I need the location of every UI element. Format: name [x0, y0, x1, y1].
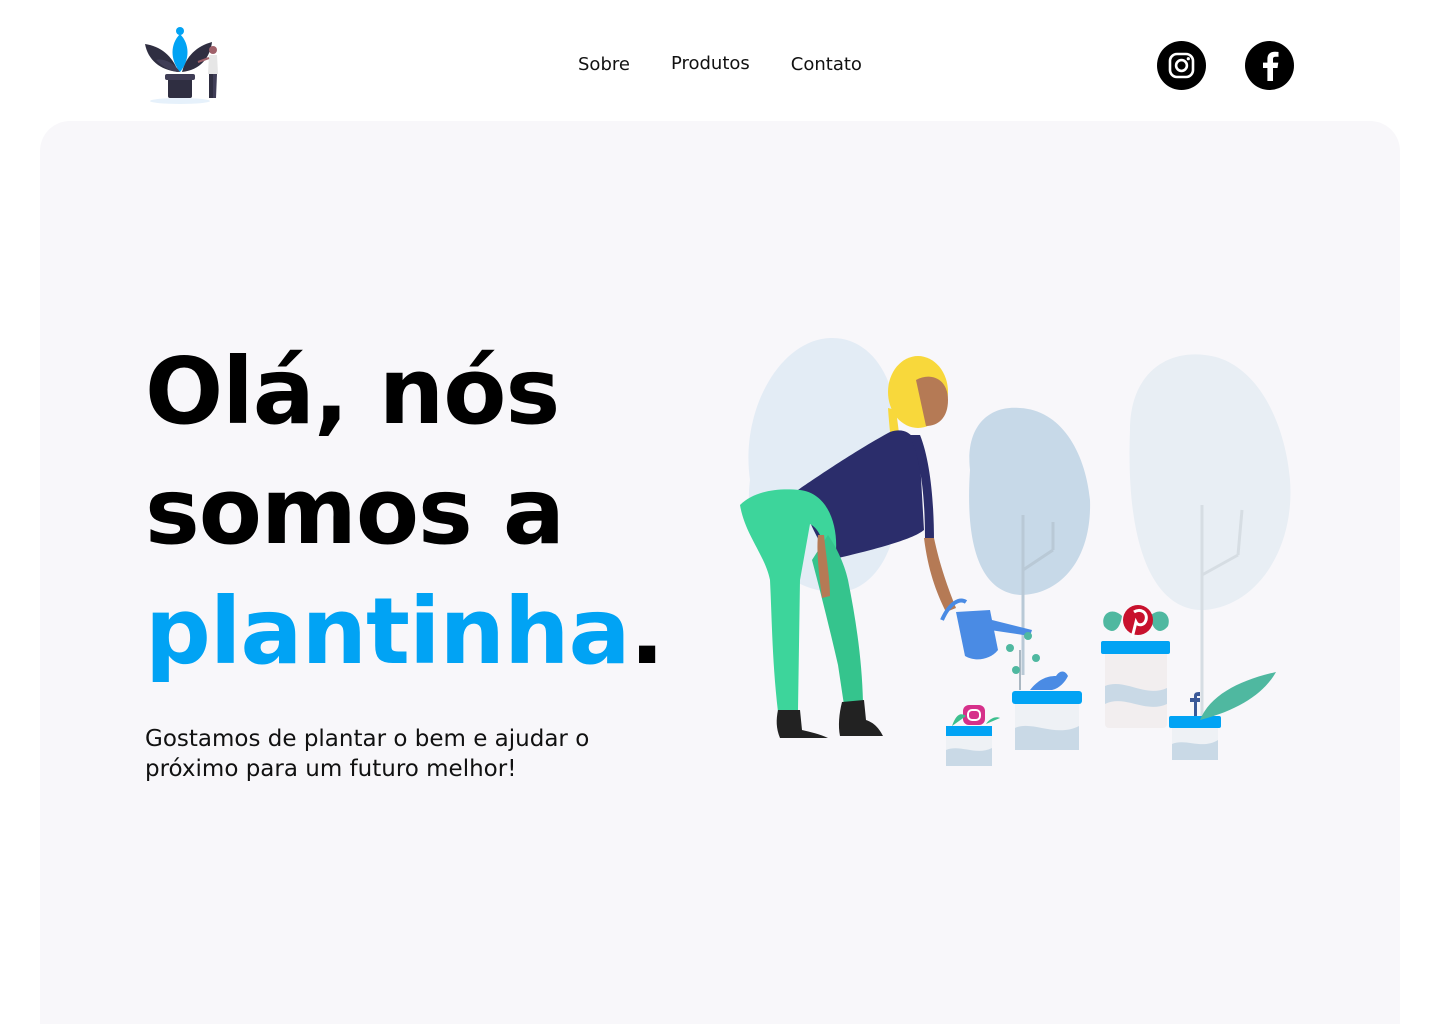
headline-period: .: [629, 578, 665, 685]
hero-subtitle: Gostamos de plantar o bem e ajudar o pró…: [145, 726, 590, 782]
nav-link-contato[interactable]: Contato: [791, 53, 862, 77]
gardening-woman-illustration: [720, 330, 1300, 780]
instagram-icon: [1168, 52, 1195, 79]
instagram-button[interactable]: [1157, 41, 1206, 90]
nav-link-sobre[interactable]: Sobre: [578, 53, 630, 77]
headline-accent: plantinha: [145, 578, 631, 685]
nav-link-produtos[interactable]: Produtos: [671, 52, 750, 77]
facebook-icon: [1262, 51, 1278, 81]
site-header: Sobre Produtos Contato: [0, 0, 1440, 120]
hero-headline: Olá, nós somos a plantinha.: [145, 332, 665, 692]
headline-line-2: somos a: [145, 458, 565, 565]
facebook-button[interactable]: [1245, 41, 1294, 90]
headline-line-1: Olá, nós: [145, 338, 560, 445]
main-nav: Sobre Produtos Contato: [578, 53, 862, 77]
plant-logo-icon[interactable]: [140, 22, 226, 106]
